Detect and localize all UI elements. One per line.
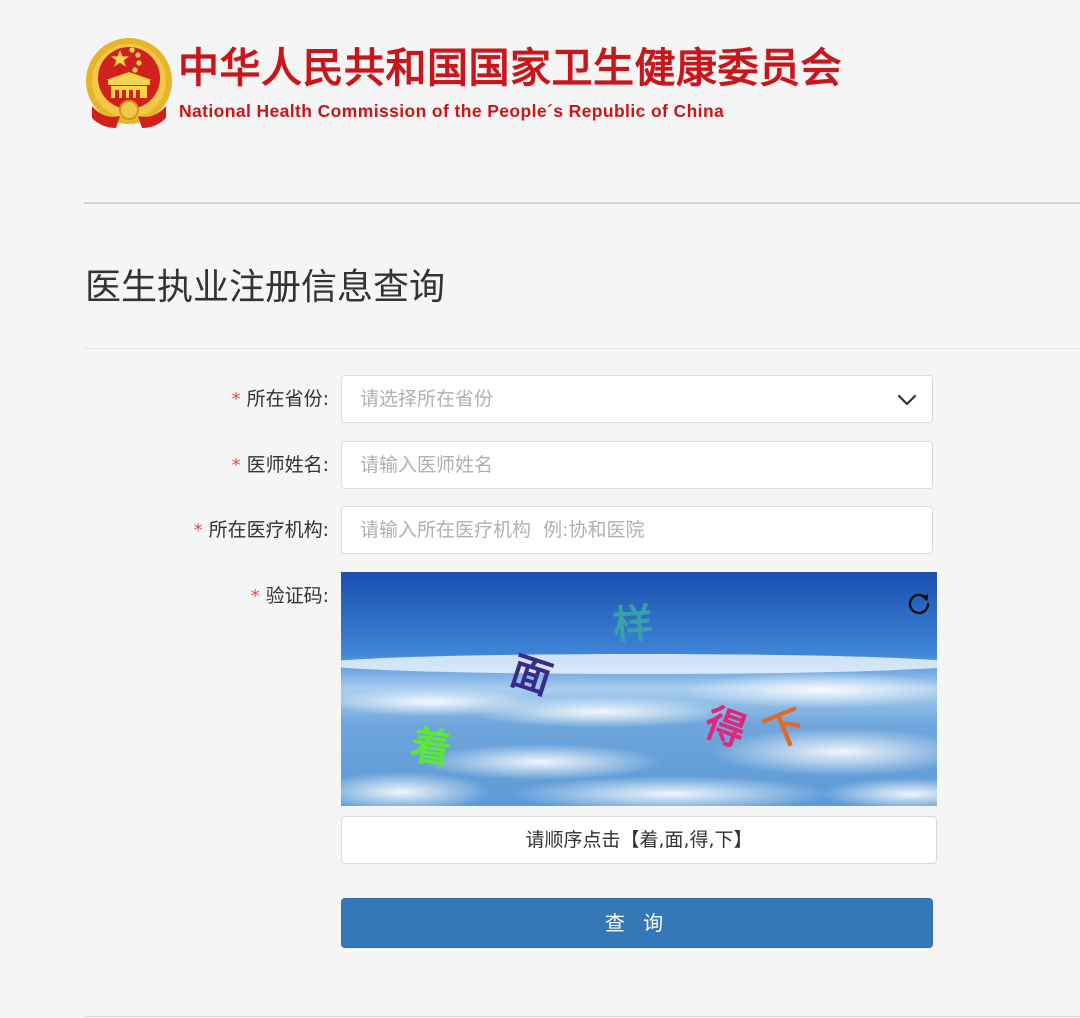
institution-input[interactable]	[341, 506, 933, 554]
chevron-down-icon	[897, 394, 917, 406]
national-emblem-icon	[86, 38, 172, 128]
captcha-char[interactable]: 着	[408, 722, 454, 773]
province-select-placeholder: 请选择所在省份	[360, 388, 494, 410]
site-subtitle: National Health Commission of the People…	[179, 101, 725, 121]
header-divider	[84, 202, 1080, 204]
site-title: 中华人民共和国国家卫生健康委员会	[178, 44, 842, 92]
title-divider	[84, 348, 1080, 349]
institution-label: * 所在医疗机构:	[194, 506, 329, 554]
doctor-name-label: * 医师姓名:	[232, 441, 329, 489]
required-mark: *	[231, 455, 241, 476]
refresh-icon[interactable]	[903, 588, 935, 620]
required-mark: *	[193, 520, 203, 541]
province-label-text: 所在省份:	[246, 388, 329, 410]
required-mark: *	[250, 586, 260, 607]
institution-label-text: 所在医疗机构:	[208, 519, 329, 541]
captcha-label: * 验证码:	[251, 572, 329, 620]
doctor-name-label-text: 医师姓名:	[246, 454, 329, 476]
query-button[interactable]: 查 询	[341, 898, 933, 948]
captcha-char[interactable]: 样	[611, 601, 654, 650]
province-label: * 所在省份:	[232, 375, 329, 423]
captcha-instruction: 请顺序点击【着,面,得,下】	[341, 816, 937, 864]
province-select[interactable]: 请选择所在省份	[341, 375, 933, 423]
page-title: 医生执业注册信息查询	[85, 267, 446, 308]
required-mark: *	[231, 389, 241, 410]
site-header: 中华人民共和国国家卫生健康委员会 National Health Commiss…	[0, 0, 1080, 205]
captcha-image[interactable]: 样 面 着 得 下	[341, 572, 937, 806]
captcha-label-text: 验证码:	[265, 585, 329, 607]
doctor-name-input[interactable]	[341, 441, 933, 489]
bottom-divider	[84, 1016, 1080, 1017]
